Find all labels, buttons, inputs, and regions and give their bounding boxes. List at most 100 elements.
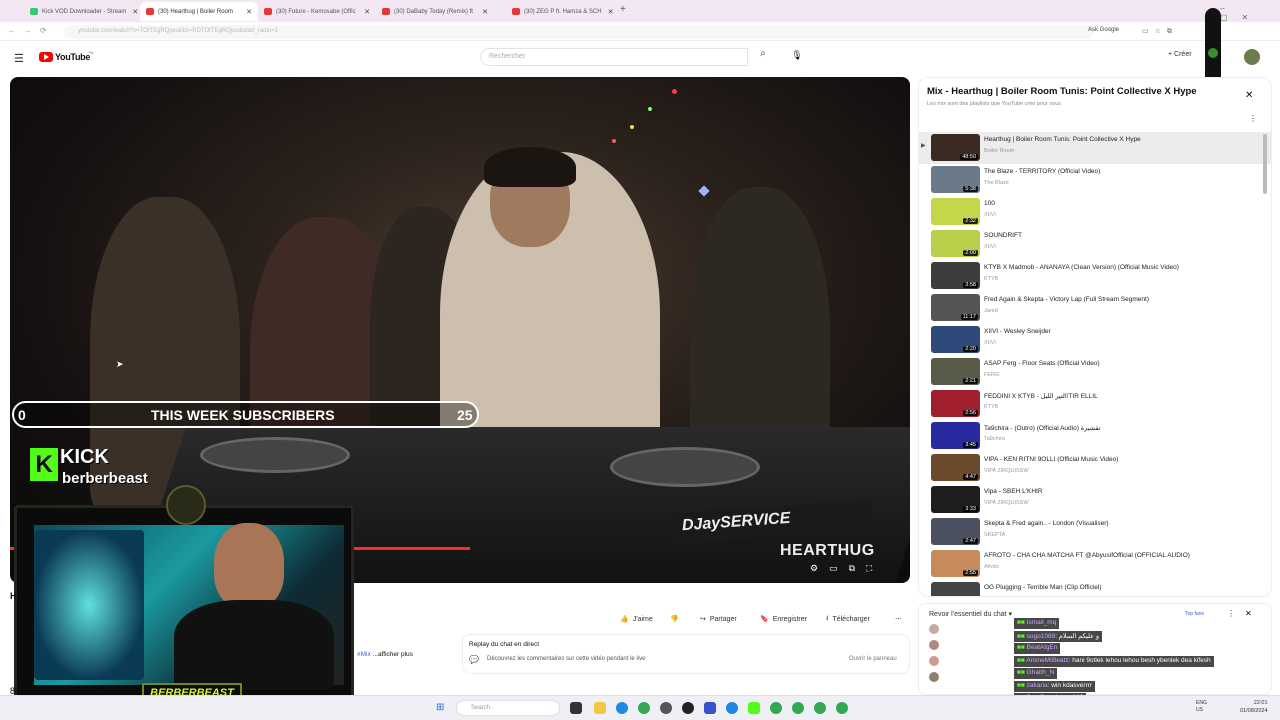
playlist-item[interactable]: 2:00 SOUNDRIFT XIIVI <box>929 230 1269 260</box>
video-thumbnail[interactable]: 2:21 <box>931 358 980 385</box>
playlist-item-title[interactable]: Vipa - SBEH L'KHIR <box>984 488 1043 495</box>
app-icon[interactable] <box>726 702 738 714</box>
playlist-item-title[interactable]: VIPA - KEN RITNI 9OLLI (Official Music V… <box>984 456 1118 463</box>
kick-app-icon[interactable] <box>748 702 760 714</box>
playlist-item[interactable]: 2:47 Skepta & Fred again.. - London (Visu… <box>929 518 1269 548</box>
dislike-button[interactable]: 👎 <box>670 612 679 626</box>
playlist-item[interactable]: 2:20 XIIVI - Wesley Sneijder XIIVI <box>929 326 1269 356</box>
obs-icon[interactable] <box>682 702 694 714</box>
playlist-item[interactable]: 3:33 Vipa - SBEH L'KHIR VIPA ZIRQUISSW <box>929 486 1269 516</box>
download-button[interactable]: ⭳ Télécharger <box>826 612 870 626</box>
video-thumbnail[interactable]: 48:50 <box>931 134 980 161</box>
video-thumbnail[interactable]: 3:33 <box>931 486 980 513</box>
playlist-item-title[interactable]: AFROTO - CHA CHA MATCHA FT @AbyusifOffic… <box>984 552 1190 559</box>
app-icon[interactable] <box>704 702 716 714</box>
chrome-icon[interactable] <box>792 702 804 714</box>
close-tab-icon[interactable]: ✕ <box>358 8 370 16</box>
video-thumbnail[interactable]: 2:20 <box>931 326 980 353</box>
close-tab-icon[interactable]: ✕ <box>126 8 138 16</box>
close-icon[interactable]: ✕ <box>1245 90 1253 101</box>
playlist-item[interactable]: 5:38 The Blaze - TERRITORY (Official Vide… <box>929 166 1269 196</box>
save-button[interactable]: 🔖 Enregistrer <box>760 612 807 626</box>
close-tab-icon[interactable]: ✕ <box>602 8 614 16</box>
search-icon[interactable]: ⌕ <box>748 48 778 66</box>
playlist-item[interactable]: OG Plugging - Terrible Man (Clip Officie… <box>929 582 1269 596</box>
playlist-item[interactable]: 2:21 ASAP Ferg - Floor Seats (Official Vi… <box>929 358 1269 388</box>
open-panel-button[interactable]: Ouvrir le panneau <box>849 656 897 662</box>
playlist-item[interactable]: 3:58 KTYB X Madmob - ANANAYA (Clean Versi… <box>929 262 1269 292</box>
video-thumbnail[interactable]: 2:00 <box>931 230 980 257</box>
video-thumbnail[interactable]: 3:45 <box>931 422 980 449</box>
new-tab-button[interactable]: + <box>620 4 626 15</box>
playlist-item[interactable]: 11:17 Fred Again & Skepta - Victory Lap (… <box>929 294 1269 324</box>
chrome-icon[interactable] <box>836 702 848 714</box>
windows-start-icon[interactable]: ⊞ <box>436 702 444 713</box>
more-vert-icon[interactable]: ⋮ <box>1227 609 1235 618</box>
video-thumbnail[interactable]: 2:56 <box>931 390 980 417</box>
chat-header[interactable]: Revoir l'essentiel du chat ▾ <box>929 610 1012 618</box>
task-view-icon[interactable] <box>570 702 582 714</box>
playlist-item[interactable]: 3:45 Ta9chira - (Outro) (Official Audio) … <box>929 422 1269 452</box>
taskbar-search[interactable]: Search <box>456 700 560 716</box>
microphone-icon[interactable]: 🎙 <box>790 50 804 64</box>
playlist-item-title[interactable]: Hearthug | Boiler Room Tunis: Point Coll… <box>984 136 1141 143</box>
file-explorer-icon[interactable] <box>594 702 606 714</box>
video-thumbnail[interactable]: 2:32 <box>931 198 980 225</box>
create-button[interactable]: + Créer <box>1168 51 1192 58</box>
playlist-item-title[interactable]: FEDDINI X KTYB - التير الليل/TIR ELLIL <box>984 392 1098 400</box>
playlist-item[interactable]: 4:47 VIPA - KEN RITNI 9OLLI (Official Mus… <box>929 454 1269 484</box>
chrome-icon[interactable] <box>638 702 650 714</box>
nav-buttons[interactable]: ←→⟳ <box>8 26 55 35</box>
video-thumbnail[interactable] <box>931 582 980 596</box>
more-options-button[interactable]: ⋯ <box>895 612 902 626</box>
playlist-item-title[interactable]: OG Plugging - Terrible Man (Clip Officie… <box>984 584 1102 591</box>
chrome-icon[interactable] <box>770 702 782 714</box>
video-thumbnail[interactable]: 2:55 <box>931 550 980 577</box>
video-thumbnail[interactable]: 2:47 <box>931 518 980 545</box>
playlist-item-title[interactable]: KTYB X Madmob - ANANAYA (Clean Version) … <box>984 264 1179 271</box>
chrome-icon[interactable] <box>814 702 826 714</box>
scrollbar[interactable] <box>1263 134 1267 194</box>
url-field[interactable]: youtube.com/watch?v=TOtTEgRQjuo&list=RDT… <box>64 25 1094 39</box>
share-button[interactable]: ↪ Partager <box>700 612 737 626</box>
clock[interactable]: 22:01 01/08/2024 <box>1240 699 1268 715</box>
menu-icon[interactable]: ☰ <box>14 52 24 65</box>
window-controls[interactable]: –▢✕ <box>1220 4 1280 22</box>
playlist-item[interactable]: 2:55 AFROTO - CHA CHA MATCHA FT @AbyusifO… <box>929 550 1269 580</box>
video-thumbnail[interactable]: 11:17 <box>931 294 980 321</box>
playlist-item-title[interactable]: XIIVI - Wesley Sneijder <box>984 328 1051 335</box>
browser-tab[interactable]: (30) Future - Kemosabe (Offic ✕ <box>258 2 376 21</box>
video-thumbnail[interactable]: 4:47 <box>931 454 980 481</box>
browser-tab[interactable]: (30) DaBaby Today (Remix) ft ✕ <box>376 2 494 21</box>
browser-tab[interactable]: Kick VOD Downloader - Stream ✕ <box>24 2 140 21</box>
playlist-item-title[interactable]: ASAP Ferg - Floor Seats (Official Video) <box>984 360 1100 367</box>
youtube-logo-text[interactable]: YouTube <box>55 52 90 62</box>
more-vert-icon[interactable]: ⋮ <box>1249 114 1257 123</box>
playlist-item-title[interactable]: SOUNDRIFT <box>984 232 1022 239</box>
close-icon[interactable]: ✕ <box>1245 609 1252 618</box>
browser-tab-active[interactable]: (30) Hearthug | Boiler Room ✕ <box>140 2 258 21</box>
hashtag-link[interactable]: #Mix <box>357 651 371 658</box>
browser-tab[interactable]: (30) ZEG P ft. Hamza & SCH ✕ <box>506 2 618 21</box>
video-thumbnail[interactable]: 5:38 <box>931 166 980 193</box>
search-input[interactable]: Rechercher <box>480 48 748 66</box>
playlist-item-title[interactable]: The Blaze - TERRITORY (Official Video) <box>984 168 1100 175</box>
like-button[interactable]: 👍 J'aime <box>620 612 653 626</box>
browser-toolbar-icons[interactable]: ▭☆⧉ <box>1142 27 1178 36</box>
app-icon[interactable] <box>660 702 672 714</box>
avatar[interactable] <box>1244 49 1260 65</box>
edge-icon[interactable] <box>616 702 628 714</box>
youtube-logo-icon[interactable] <box>39 52 53 62</box>
playlist-item-title[interactable]: Ta9chira - (Outro) (Official Audio) تقشي… <box>984 424 1101 432</box>
playlist-item[interactable]: 48:50 Hearthug | Boiler Room Tunis: Point… <box>929 134 1269 164</box>
playlist-item-title[interactable]: Skepta & Fred again.. - London (Visualis… <box>984 520 1109 527</box>
ask-google-button[interactable]: Ask Google <box>1088 27 1119 33</box>
language-indicator[interactable]: ENG US <box>1196 700 1207 714</box>
close-tab-icon[interactable]: ✕ <box>476 8 488 16</box>
playlist-item[interactable]: 2:56 FEDDINI X KTYB - التير الليل/TIR ELL… <box>929 390 1269 420</box>
video-thumbnail[interactable]: 3:58 <box>931 262 980 289</box>
close-tab-icon[interactable]: ✕ <box>240 8 252 16</box>
playlist-item-title[interactable]: Fred Again & Skepta - Victory Lap (Full … <box>984 296 1149 303</box>
playlist-item[interactable]: 2:32 100 XIIVI <box>929 198 1269 228</box>
show-more-link[interactable]: ...afficher plus <box>373 651 413 658</box>
